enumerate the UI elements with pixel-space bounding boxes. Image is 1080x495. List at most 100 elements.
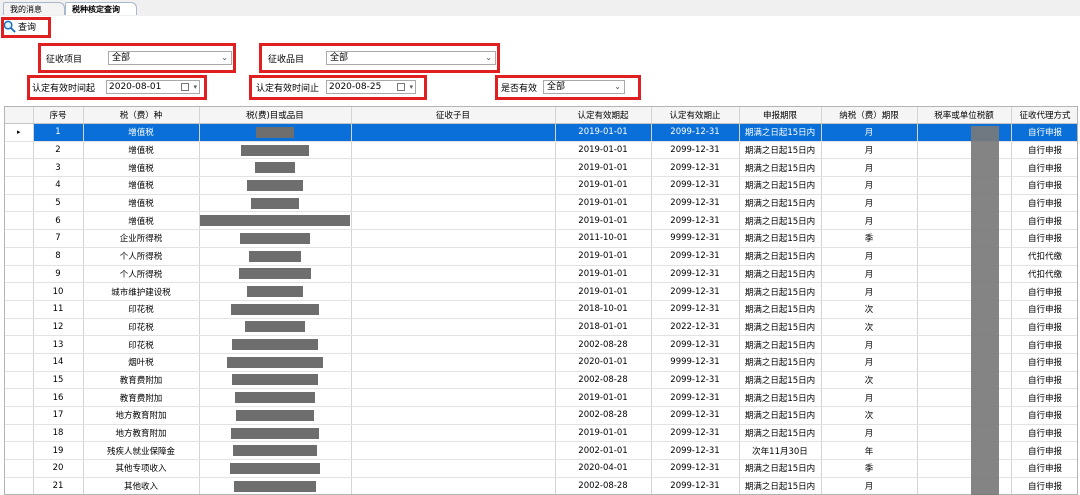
column-header[interactable]: 征收代理方式	[1011, 107, 1077, 124]
row-indicator[interactable]	[5, 158, 34, 178]
table-row[interactable]: 21 其他收入 2002-08-28 2099-12-31 期满之日起15日内月 自行申报	[5, 477, 1077, 494]
cell-levy-method: 自行申报	[1011, 194, 1077, 213]
table-row[interactable]: 2 增值税 2019-01-01 2099-12-31 期满之日起15日内月 自行申报	[5, 141, 1077, 160]
levy-item-select[interactable]: 全部 ⌄	[108, 51, 232, 65]
row-indicator[interactable]	[5, 371, 34, 390]
row-indicator[interactable]	[5, 406, 34, 425]
table-row[interactable]: 13 印花税 2002-08-28 2099-12-31 期满之日起15日内月 自行申报	[5, 335, 1077, 354]
row-indicator[interactable]	[5, 441, 34, 461]
cell-tax-item	[199, 353, 352, 372]
tab-my-messages[interactable]: 我的消息	[3, 2, 65, 15]
column-header[interactable]: 纳税（费）期限	[821, 107, 918, 124]
column-header[interactable]: 申报期限	[739, 107, 822, 124]
row-indicator[interactable]	[5, 194, 34, 213]
cell-levy-method: 自行申报	[1011, 353, 1077, 372]
valid-end-date-input[interactable]: 2020-08-25 ▾	[326, 80, 416, 94]
column-header[interactable]: 序号	[33, 107, 84, 124]
cell-tax-item	[199, 477, 352, 494]
table-row[interactable]: 8 个人所得税 2019-01-01 2099-12-31 期满之日起15日内月 代扣代缴	[5, 247, 1077, 266]
table-row[interactable]: ▸ 1 增值税 2019-01-01 2099-12-31 期满之日起15日内月 自行申报	[5, 123, 1077, 142]
row-indicator[interactable]: ▸	[5, 123, 34, 142]
row-indicator[interactable]	[5, 477, 34, 494]
row-indicator[interactable]	[5, 211, 34, 231]
column-header[interactable]: 认定有效期起	[555, 107, 652, 124]
redacted-block	[247, 179, 303, 191]
cell-seq-no: 3	[33, 158, 84, 178]
cell-sub-item	[351, 335, 556, 354]
cell-tax-type: 企业所得税	[83, 229, 200, 248]
table-row[interactable]: 9 个人所得税 2019-01-01 2099-12-31 期满之日起15日内月 代扣代缴	[5, 265, 1077, 284]
levy-category-select[interactable]: 全部 ⌄	[326, 51, 496, 65]
valid-start-date-input[interactable]: 2020-08-01 ▾	[106, 80, 200, 94]
row-indicator[interactable]	[5, 176, 34, 195]
chevron-down-icon: ▾	[409, 83, 413, 91]
cell-tax-type: 教育费附加	[83, 388, 200, 407]
cell-seq-no: 10	[33, 282, 84, 301]
cell-tax-item	[199, 265, 352, 284]
table-row[interactable]: 17 地方教育附加 2002-08-28 2099-12-31 期满之日起15日内次 自行…	[5, 406, 1077, 425]
row-indicator[interactable]	[5, 318, 34, 337]
row-indicator[interactable]	[5, 424, 34, 443]
row-indicator[interactable]	[5, 459, 34, 478]
row-indicator[interactable]	[5, 265, 34, 284]
row-indicator[interactable]	[5, 282, 34, 301]
row-indicator[interactable]	[5, 335, 34, 354]
column-header[interactable]: 税率或单位税额	[917, 107, 1012, 124]
row-indicator[interactable]	[5, 229, 34, 248]
table-row[interactable]: 15 教育费附加 2002-08-28 2099-12-31 期满之日起15日内次 自行申…	[5, 371, 1077, 390]
levy-category-value: 全部	[330, 53, 349, 63]
table-row[interactable]: 20 其他专项收入 2020-04-01 2099-12-31 期满之日起15日内季 自行…	[5, 459, 1077, 478]
cell-tax-period: 月	[821, 176, 918, 195]
row-indicator[interactable]	[5, 141, 34, 160]
column-header[interactable]: 税（费）种	[83, 107, 200, 124]
cell-filing-deadline: 期满之日起15日内	[739, 176, 822, 195]
calendar-icon[interactable]	[181, 83, 189, 91]
table-row[interactable]: 14 烟叶税 2020-01-01 9999-12-31 期满之日起15日内月 自行申报	[5, 353, 1077, 372]
cell-valid-start: 2002-08-28	[555, 477, 652, 494]
query-button[interactable]: 查询	[3, 18, 48, 35]
cell-filing-deadline: 期满之日起15日内	[739, 265, 822, 284]
redacted-block	[227, 356, 323, 368]
table-row[interactable]: 18 地方教育附加 2019-01-01 2099-12-31 期满之日起15日内月 自行…	[5, 424, 1077, 443]
is-valid-select[interactable]: 全部 ⌄	[543, 80, 625, 94]
cell-seq-no: 6	[33, 211, 84, 231]
table-row[interactable]: 7 企业所得税 2011-10-01 9999-12-31 期满之日起15日内季 自行申报	[5, 229, 1077, 248]
cell-valid-start: 2019-01-01	[555, 211, 652, 231]
cell-levy-method: 自行申报	[1011, 406, 1077, 425]
cell-filing-deadline: 期满之日起15日内	[739, 282, 822, 301]
table-row[interactable]: 10 城市维护建设税 2019-01-01 2099-12-31 期满之日起15日内月 自…	[5, 282, 1077, 301]
table-row[interactable]: 5 增值税 2019-01-01 2099-12-31 期满之日起15日内月 自行申报	[5, 194, 1077, 213]
cell-valid-start: 2020-01-01	[555, 353, 652, 372]
row-indicator[interactable]	[5, 353, 34, 372]
result-grid[interactable]: 序号 税（费）种 税(费)目或品目 征收子目 认定有效期起 认定有效期止 申报期…	[4, 106, 1078, 495]
column-header[interactable]: 认定有效期止	[651, 107, 740, 124]
cell-valid-end: 9999-12-31	[651, 229, 740, 248]
calendar-icon[interactable]	[397, 83, 405, 91]
table-row[interactable]: 12 印花税 2018-01-01 2022-12-31 期满之日起15日内次 自行申报	[5, 318, 1077, 337]
table-row[interactable]: 4 增值税 2019-01-01 2099-12-31 期满之日起15日内月 自行申报	[5, 176, 1077, 195]
cell-tax-period: 季	[821, 229, 918, 248]
tab-tax-verification-query[interactable]: 税种核定查询	[65, 2, 137, 15]
redacted-block	[232, 374, 318, 386]
cell-tax-type: 城市维护建设税	[83, 282, 200, 301]
cell-sub-item	[351, 247, 556, 266]
table-row[interactable]: 3 增值税 2019-01-01 2099-12-31 期满之日起15日内月 自行申报	[5, 158, 1077, 178]
table-row[interactable]: 11 印花税 2018-10-01 2099-12-31 期满之日起15日内次 自行申报	[5, 300, 1077, 319]
row-indicator[interactable]	[5, 247, 34, 266]
column-header[interactable]: 税(费)目或品目	[199, 107, 352, 124]
cell-valid-end: 2099-12-31	[651, 194, 740, 213]
cell-seq-no: 21	[33, 477, 84, 494]
table-row[interactable]: 19 残疾人就业保障金 2002-01-01 2099-12-31 次年11月30日年 自…	[5, 441, 1077, 461]
cell-levy-method: 自行申报	[1011, 123, 1077, 142]
table-row[interactable]: 16 教育费附加 2019-01-01 2099-12-31 期满之日起15日内月 自行申…	[5, 388, 1077, 407]
row-indicator[interactable]	[5, 388, 34, 407]
cell-filing-deadline: 期满之日起15日内	[739, 406, 822, 425]
table-row[interactable]: 6 增值税 2019-01-01 2099-12-31 期满之日起15日内月 自行申报	[5, 211, 1077, 231]
cell-tax-type: 烟叶税	[83, 353, 200, 372]
column-header[interactable]: 征收子目	[351, 107, 556, 124]
valid-start-field: 认定有效时间起 2020-08-01 ▾	[32, 80, 200, 94]
cell-filing-deadline: 期满之日起15日内	[739, 123, 822, 142]
cell-filing-deadline: 期满之日起15日内	[739, 388, 822, 407]
cell-valid-start: 2019-01-01	[555, 194, 652, 213]
row-indicator[interactable]	[5, 300, 34, 319]
